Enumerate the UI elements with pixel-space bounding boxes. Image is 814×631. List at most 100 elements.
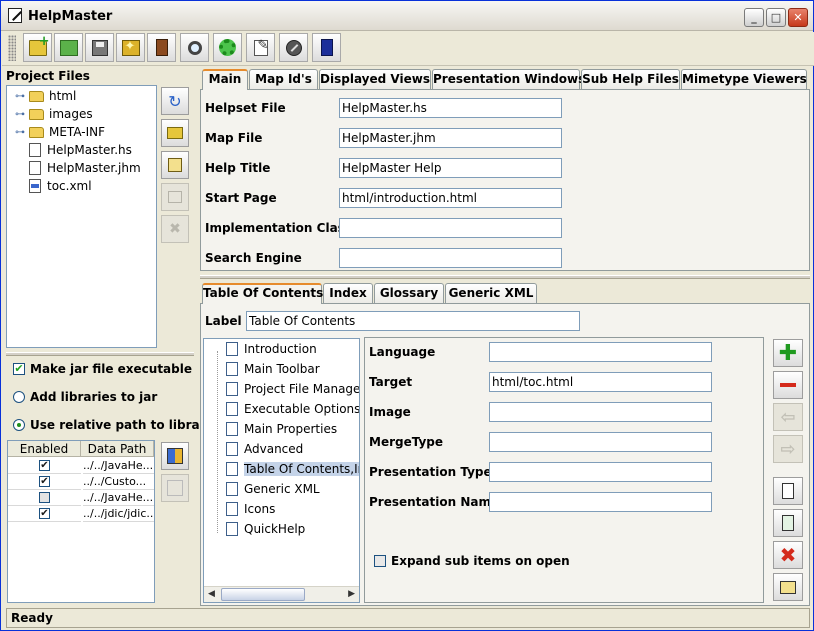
tree-item-html[interactable]: ⊶ html <box>15 87 76 105</box>
refresh-button[interactable]: ↻ <box>161 87 189 115</box>
right-splitter[interactable] <box>200 275 810 279</box>
tab-main[interactable]: Main <box>202 69 248 90</box>
new-folder-button[interactable] <box>23 33 52 62</box>
tab-index[interactable]: Index <box>323 283 373 303</box>
helpset-file-field[interactable]: HelpMaster.hs <box>339 98 562 118</box>
project-files-tree[interactable]: ⊶ html ⊶ images ⊶ META-INF HelpMaster.hs… <box>6 85 157 348</box>
expand-icon[interactable]: ⊶ <box>15 127 25 138</box>
new-document-button[interactable] <box>773 477 803 505</box>
toolbar-grip[interactable] <box>8 35 16 61</box>
delete-toc-item-button[interactable]: ✖ <box>773 541 803 569</box>
close-icon[interactable]: ✕ <box>788 8 808 27</box>
tree-item-meta-inf[interactable]: ⊶ META-INF <box>15 123 105 141</box>
tab-table-of-contents[interactable]: Table Of Contents <box>202 283 323 304</box>
toc-item[interactable]: Project File Manager <box>226 380 359 398</box>
help-title-field[interactable]: HelpMaster Help <box>339 158 562 178</box>
toc-item[interactable]: Executable Options <box>226 400 359 418</box>
toc-item[interactable]: Main Properties <box>226 420 337 438</box>
save-button[interactable] <box>85 33 114 62</box>
help-button[interactable] <box>312 33 341 62</box>
settings-button[interactable] <box>213 33 242 62</box>
search-engine-field[interactable] <box>339 248 562 268</box>
remove-toc-item-button[interactable] <box>773 371 803 399</box>
move-right-button[interactable]: ⇨ <box>773 435 803 463</box>
add-toc-item-button[interactable]: ✚ <box>773 339 803 367</box>
toc-item[interactable]: QuickHelp <box>226 520 305 538</box>
language-field[interactable] <box>489 342 712 362</box>
toc-item[interactable]: Icons <box>226 500 275 518</box>
tree-item-helpset[interactable]: HelpMaster.hs <box>29 141 132 159</box>
tab-map-ids[interactable]: Map Id's <box>249 69 318 89</box>
image-field[interactable] <box>489 402 712 422</box>
left-splitter[interactable] <box>6 352 194 356</box>
add-library-button[interactable] <box>161 442 189 470</box>
add-folder-button[interactable] <box>161 119 189 147</box>
toc-item[interactable]: Advanced <box>226 440 303 458</box>
enabled-checkbox[interactable] <box>39 492 50 503</box>
toc-item-selected[interactable]: Table Of Contents,Inc <box>226 460 359 478</box>
refresh-document-button[interactable] <box>773 509 803 537</box>
toc-item[interactable]: Introduction <box>226 340 317 358</box>
enabled-checkbox[interactable]: ✔ <box>39 476 50 487</box>
search-button[interactable] <box>180 33 209 62</box>
target-field[interactable]: html/toc.html <box>489 372 712 392</box>
exit-button[interactable] <box>147 33 176 62</box>
table-row[interactable]: ✔ <box>8 506 81 522</box>
libraries-table[interactable]: Enabled Data Path ✔ ../../JavaHe... ✔ ..… <box>7 440 155 603</box>
open-folder-button[interactable] <box>54 33 83 62</box>
window-title: HelpMaster <box>28 9 113 24</box>
edit-toc-item-button[interactable] <box>773 573 803 601</box>
stop-button[interactable] <box>279 33 308 62</box>
tree-item-images[interactable]: ⊶ images <box>15 105 93 123</box>
tree-item-map[interactable]: HelpMaster.jhm <box>29 159 141 177</box>
minimize-icon[interactable]: _ <box>744 8 764 27</box>
tab-generic-xml[interactable]: Generic XML <box>445 283 537 303</box>
implementation-class-field[interactable] <box>339 218 562 238</box>
add-file-button[interactable] <box>161 151 189 179</box>
page-icon <box>226 342 238 356</box>
tab-displayed-views[interactable]: Displayed Views <box>319 69 431 89</box>
make-jar-executable-checkbox[interactable]: ✔ Make jar file executable <box>13 360 192 378</box>
start-page-field[interactable]: html/introduction.html <box>339 188 562 208</box>
toc-tree[interactable]: Introduction Main Toolbar Project File M… <box>203 338 360 603</box>
presentation-name-field[interactable] <box>489 492 712 512</box>
expand-icon[interactable]: ⊶ <box>15 109 25 120</box>
add-libraries-radio[interactable]: Add libraries to jar <box>13 388 157 406</box>
rename-button[interactable] <box>161 183 189 211</box>
scrollbar-thumb[interactable] <box>221 588 305 601</box>
table-row[interactable]: ✔ <box>8 474 81 490</box>
column-header-data-path[interactable]: Data Path <box>81 441 154 457</box>
scroll-right-icon[interactable]: ▶ <box>348 589 355 599</box>
use-relative-path-radio[interactable]: Use relative path to libraries <box>13 416 225 434</box>
table-row[interactable] <box>8 490 81 506</box>
merge-type-field[interactable] <box>489 432 712 452</box>
tab-glossary[interactable]: Glossary <box>374 283 444 303</box>
toc-label-field[interactable]: Table Of Contents <box>246 311 580 331</box>
map-file-field[interactable]: HelpMaster.jhm <box>339 128 562 148</box>
scroll-left-icon[interactable]: ◀ <box>208 589 215 599</box>
table-row[interactable]: ✔ <box>8 458 81 474</box>
delete-file-button[interactable]: ✖ <box>161 215 189 243</box>
enabled-checkbox[interactable]: ✔ <box>39 508 50 519</box>
maximize-icon[interactable]: □ <box>766 8 786 27</box>
edit-button[interactable] <box>246 33 275 62</box>
presentation-type-field[interactable] <box>489 462 712 482</box>
tree-item-toc[interactable]: toc.xml <box>29 177 92 195</box>
tab-sub-help-files[interactable]: Sub Help Files <box>581 69 680 89</box>
tab-mimetype-viewers[interactable]: Mimetype Viewers <box>681 69 807 89</box>
move-left-button[interactable]: ⇦ <box>773 403 803 431</box>
column-header-enabled[interactable]: Enabled <box>8 441 81 457</box>
expand-sub-items-checkbox[interactable]: Expand sub items on open <box>374 552 570 570</box>
toc-item[interactable]: Generic XML <box>226 480 320 498</box>
remove-library-button[interactable] <box>161 474 189 502</box>
document-icon <box>782 483 794 499</box>
tab-presentation-windows[interactable]: Presentation Windows <box>432 69 585 89</box>
expand-icon[interactable]: ⊶ <box>15 91 25 102</box>
toc-item-label: Main Toolbar <box>244 362 320 376</box>
title-bar[interactable]: HelpMaster _ □ ✕ <box>1 1 813 31</box>
new-project-button[interactable] <box>116 33 145 62</box>
toc-item[interactable]: Main Toolbar <box>226 360 320 378</box>
page-icon <box>226 482 238 496</box>
toc-horizontal-scrollbar[interactable]: ◀ ▶ <box>204 586 359 602</box>
enabled-checkbox[interactable]: ✔ <box>39 460 50 471</box>
